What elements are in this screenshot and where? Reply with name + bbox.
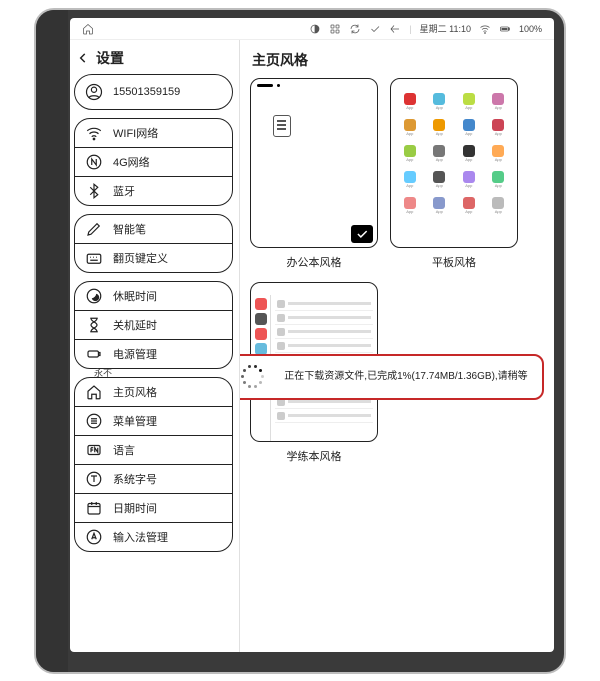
sidebar-item-label: 关机延时	[113, 317, 157, 333]
hourglass-icon	[85, 316, 103, 334]
sidebar-item-label: 语言	[113, 442, 135, 458]
toast-message: 正在下载资源文件,已完成1%(17.74MB/1.36GB),请稍等	[280, 370, 532, 384]
battery-percent: 100%	[519, 24, 542, 34]
contrast-icon[interactable]	[308, 22, 322, 36]
main-title: 主页风格	[252, 50, 544, 70]
theme-grid: 办公本风格 AppAppAppAppAppAppAppAppAppAppAppA…	[250, 78, 544, 464]
sidebar-item-label: 翻页键定义	[113, 250, 168, 266]
sidebar-item-label: 15501359159	[113, 86, 180, 98]
sidebar-item-home[interactable]: 主页风格	[75, 378, 232, 406]
sleep-icon	[85, 287, 103, 305]
keyboard-icon	[85, 249, 103, 267]
sidebar-header[interactable]: 设置	[74, 44, 233, 74]
back-icon[interactable]	[388, 22, 402, 36]
pen-icon	[85, 220, 103, 238]
sidebar-item-calendar[interactable]: 日期时间	[75, 493, 232, 522]
sidebar-title: 设置	[96, 48, 124, 68]
home-icon	[85, 383, 103, 401]
refresh-icon[interactable]	[348, 22, 362, 36]
user-icon	[85, 83, 103, 101]
bluetooth-icon	[85, 182, 103, 200]
sidebar-item-input[interactable]: 输入法管理	[75, 522, 232, 551]
main-panel: 主页风格 办公本风格 AppAppAppAppAppAppAppAppAppAp…	[240, 40, 554, 652]
home-icon[interactable]	[81, 22, 95, 36]
sidebar-item-account[interactable]: 15501359159	[74, 74, 233, 110]
settings-sidebar: 设置 15501359159 WIFI网络 4G网络蓝牙智能笔翻页键定义休眠时间关…	[70, 40, 240, 652]
bezel	[36, 10, 68, 672]
sidebar-item-label: 系统字号	[113, 471, 157, 487]
sidebar-item-cellular[interactable]: 4G网络	[75, 147, 232, 176]
spinner-icon	[240, 364, 266, 390]
theme-label: 平板风格	[432, 254, 476, 270]
status-bar: | 星期二 11:10 100%	[70, 18, 554, 40]
sidebar-item-label: 智能笔	[113, 221, 146, 237]
sidebar-item-keyboard[interactable]: 翻页键定义	[75, 243, 232, 272]
sidebar-item-hourglass[interactable]: 关机延时	[75, 310, 232, 339]
truncated-value: 永不	[94, 366, 112, 379]
screen: | 星期二 11:10 100% 设置 15501359159 WIFI网络 4G…	[70, 18, 554, 652]
check-icon[interactable]	[368, 22, 382, 36]
battery-status-icon	[498, 22, 512, 36]
theme-thumbnail	[250, 78, 378, 248]
wifi-icon	[85, 124, 103, 142]
sidebar-item-label: 休眠时间	[113, 288, 157, 304]
apps-icon[interactable]	[328, 22, 342, 36]
sidebar-item-label: 菜单管理	[113, 413, 157, 429]
theme-label: 办公本风格	[287, 254, 342, 270]
cellular-icon	[85, 153, 103, 171]
download-toast: 正在下载资源文件,已完成1%(17.74MB/1.36GB),请稍等	[240, 354, 544, 400]
sidebar-item-bluetooth[interactable]: 蓝牙	[75, 176, 232, 205]
sidebar-item-wifi[interactable]: WIFI网络	[75, 119, 232, 147]
theme-option-tablet[interactable]: AppAppAppAppAppAppAppAppAppAppAppAppAppA…	[390, 78, 518, 270]
sidebar-item-battery[interactable]: 电源管理	[75, 339, 232, 368]
theme-option-office[interactable]: 办公本风格	[250, 78, 378, 270]
theme-label: 学练本风格	[287, 448, 342, 464]
battery-icon	[85, 345, 103, 363]
sidebar-item-pen[interactable]: 智能笔	[75, 215, 232, 243]
language-icon	[85, 441, 103, 459]
sidebar-item-label: 输入法管理	[113, 529, 168, 545]
sidebar-item-label: 4G网络	[113, 154, 150, 170]
sidebar-item-label: 蓝牙	[113, 183, 135, 199]
sidebar-item-sleep[interactable]: 休眠时间	[75, 282, 232, 310]
wifi-status-icon	[478, 22, 492, 36]
sidebar-item-language[interactable]: 语言	[75, 435, 232, 464]
sidebar-item-label: 日期时间	[113, 500, 157, 516]
device-frame: | 星期二 11:10 100% 设置 15501359159 WIFI网络 4G…	[34, 8, 566, 674]
sidebar-item-label: 主页风格	[113, 384, 157, 400]
input-icon	[85, 528, 103, 546]
sidebar-item-label: WIFI网络	[113, 125, 158, 141]
sidebar-item-label: 电源管理	[113, 346, 157, 362]
menu-icon	[85, 412, 103, 430]
theme-thumbnail: AppAppAppAppAppAppAppAppAppAppAppAppAppA…	[390, 78, 518, 248]
chevron-left-icon	[76, 51, 90, 65]
status-daytime: 星期二 11:10	[420, 22, 471, 35]
selected-check-icon	[351, 225, 373, 243]
sidebar-item-menu[interactable]: 菜单管理	[75, 406, 232, 435]
font-icon	[85, 470, 103, 488]
sidebar-item-font[interactable]: 系统字号	[75, 464, 232, 493]
calendar-icon	[85, 499, 103, 517]
